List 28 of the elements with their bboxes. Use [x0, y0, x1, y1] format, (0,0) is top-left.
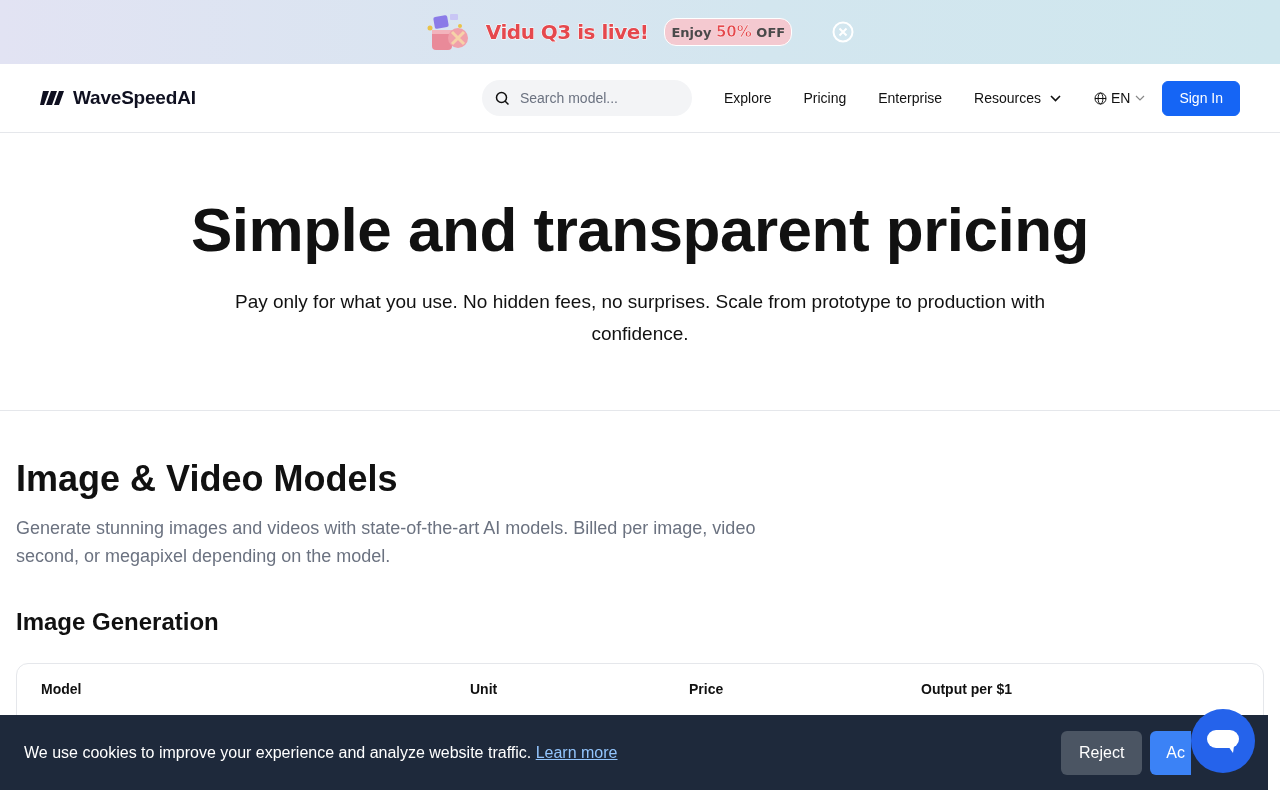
section-title: Image & Video Models — [16, 457, 399, 501]
learn-more-link[interactable]: Learn more — [535, 743, 618, 761]
column-header: Price — [689, 681, 724, 698]
column-header: Model — [41, 681, 82, 698]
subsection-title: Image Generation — [16, 608, 220, 637]
sign-in-button[interactable]: Sign In — [1162, 80, 1240, 116]
nav-link[interactable]: Enterprise — [862, 87, 959, 109]
promo-headline: Vidu Q3 is live! — [485, 19, 649, 46]
nav-link[interactable]: Explore — [707, 87, 788, 109]
cookie-message: We use cookies to improve your experience and analyze website traffic. Learn more — [24, 742, 618, 763]
resources-dropdown[interactable]: Resources — [958, 87, 1078, 109]
logo-icon — [40, 89, 65, 107]
hero-title: Simple and transparent pricing — [190, 194, 1090, 267]
column-header: Unit — [470, 681, 498, 698]
column-header: Output per $1 — [921, 681, 1012, 698]
language-selector[interactable]: EN — [1093, 87, 1147, 109]
brand-logo[interactable]: WaveSpeedAI — [40, 83, 196, 113]
chevron-down-icon — [1048, 92, 1062, 104]
chat-bubble-icon — [1206, 728, 1240, 754]
search-field[interactable]: Search model... — [481, 80, 692, 116]
offer-badge: Enjoy 50% OFF — [664, 17, 793, 47]
globe-icon — [1093, 91, 1107, 105]
hero-subtitle: Pay only for what you use. No hidden fees, no surprises. Scale from prototype to production with confidence. — [233, 289, 1046, 346]
close-icon — [832, 21, 855, 43]
section-description: Generate stunning images and videos with state-of-the-art AI models. Billed per image, video second, or megapixel depending on the model. — [16, 517, 757, 569]
nav-link[interactable]: Pricing — [787, 87, 863, 109]
reject-button[interactable]: Reject — [1060, 730, 1143, 775]
accept-button[interactable]: Ac — [1150, 730, 1191, 775]
